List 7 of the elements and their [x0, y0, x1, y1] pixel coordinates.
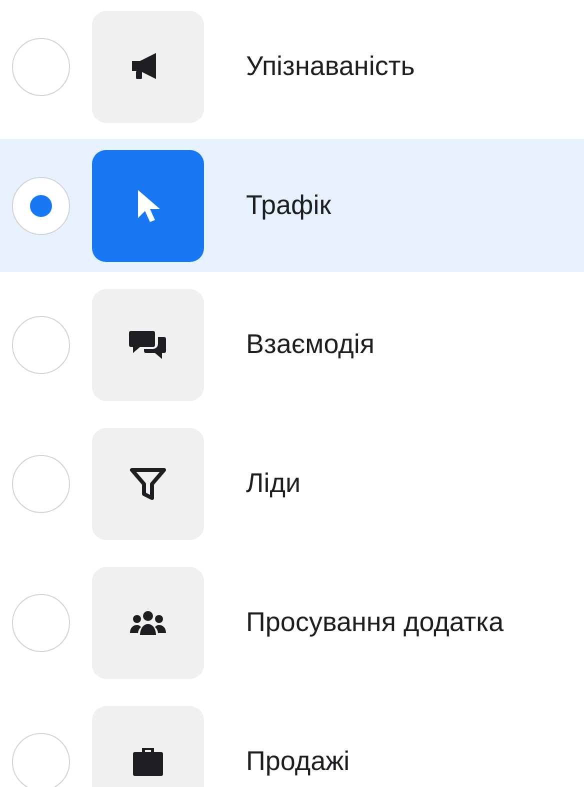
radio-button[interactable] — [12, 732, 70, 787]
option-label: Трафік — [246, 190, 332, 221]
option-label: Взаємодія — [246, 329, 375, 360]
option-label: Продажі — [246, 746, 350, 777]
option-label: Ліди — [246, 468, 301, 499]
option-label: Просування додатка — [246, 607, 504, 638]
option-label: Упізнаваність — [246, 51, 415, 82]
